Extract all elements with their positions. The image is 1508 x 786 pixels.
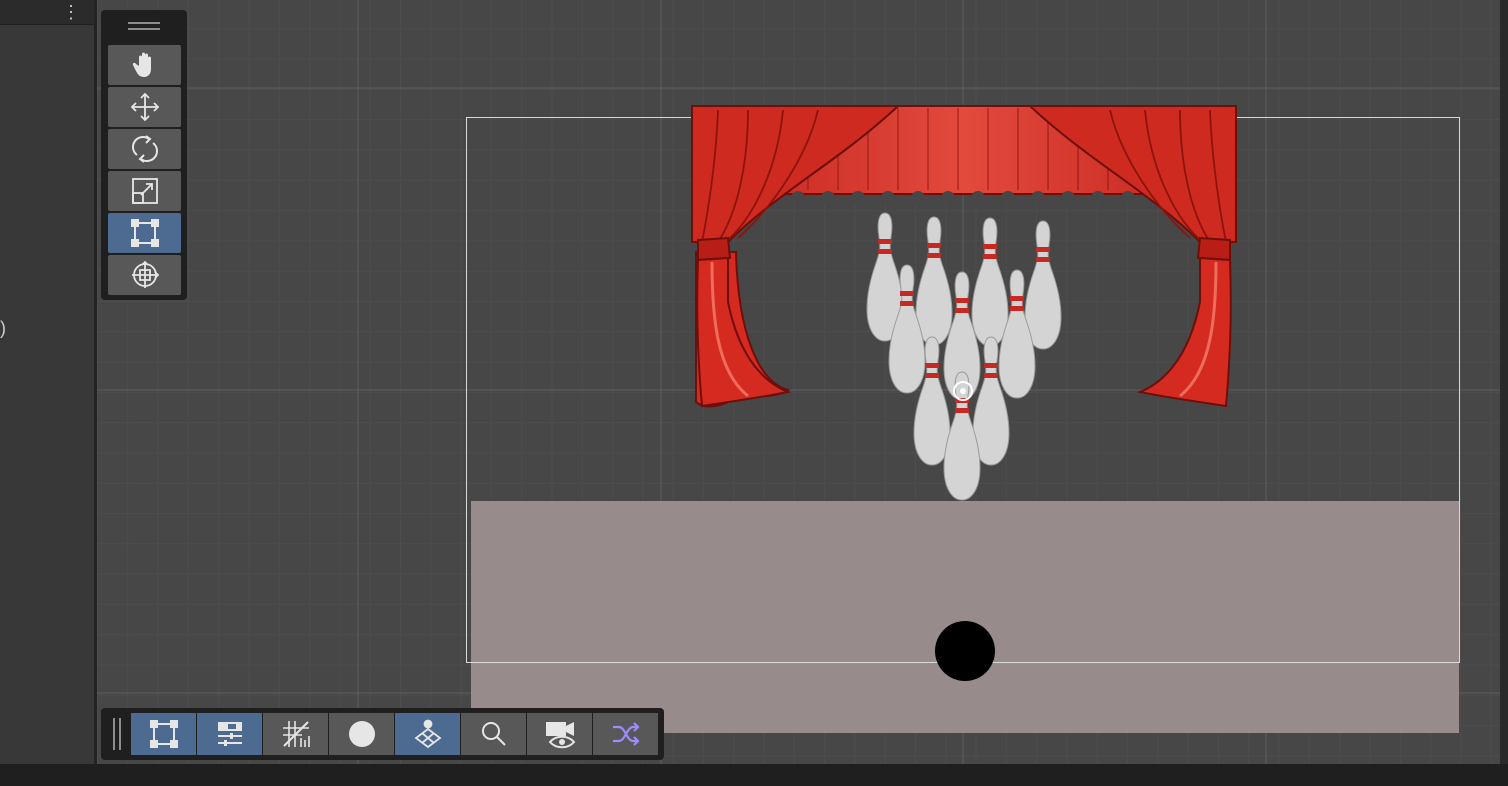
camera-eye-icon	[545, 722, 575, 749]
toolbar-grip-icon[interactable]	[113, 718, 121, 750]
shuffle-icon	[612, 722, 640, 746]
bowling-pins-sprite[interactable]	[860, 210, 1065, 502]
rect-toggle-button[interactable]	[131, 713, 196, 755]
search-button[interactable]	[461, 713, 526, 755]
align-sliders-icon	[217, 722, 242, 746]
left-panel: ⋮ )	[0, 0, 94, 764]
bottom-toolbar	[101, 708, 664, 760]
status-bar	[0, 764, 1508, 786]
pivot-gizmo-icon[interactable]	[950, 378, 976, 404]
hand-tool-button[interactable]	[108, 45, 181, 85]
grid-snap-button[interactable]	[263, 713, 328, 755]
rect-tool-button[interactable]	[108, 213, 181, 253]
kebab-menu-icon[interactable]: ⋮	[62, 2, 80, 22]
move-arrows-icon	[130, 92, 159, 122]
scene-visibility-button[interactable]	[395, 713, 460, 755]
rotate-tool-button[interactable]	[108, 129, 181, 169]
rect-transform-icon	[130, 219, 159, 247]
search-icon	[481, 722, 506, 746]
truncated-text: )	[0, 318, 6, 338]
palette-grip-icon[interactable]	[128, 22, 160, 30]
grid-snap-icon	[282, 721, 310, 747]
bowling-ball-sprite[interactable]	[935, 621, 995, 681]
scale-icon	[131, 178, 158, 204]
shuffle-button[interactable]	[593, 713, 658, 755]
tool-palette	[101, 10, 187, 300]
rect-transform-icon	[149, 720, 178, 748]
camera-view-button[interactable]	[527, 713, 592, 755]
scale-tool-button[interactable]	[108, 171, 181, 211]
align-toggle-button[interactable]	[197, 713, 262, 755]
circle-icon	[348, 721, 375, 747]
rotate-icon	[131, 135, 158, 163]
transform-gizmo-icon	[131, 260, 159, 288]
hand-icon	[132, 52, 151, 77]
draw-mode-button[interactable]	[329, 713, 394, 755]
move-tool-button[interactable]	[108, 87, 181, 127]
viewport-scrollbar[interactable]	[1500, 0, 1508, 764]
layers-person-icon	[414, 719, 441, 749]
panel-header: ⋮	[0, 0, 94, 25]
transform-tool-button[interactable]	[108, 255, 181, 295]
